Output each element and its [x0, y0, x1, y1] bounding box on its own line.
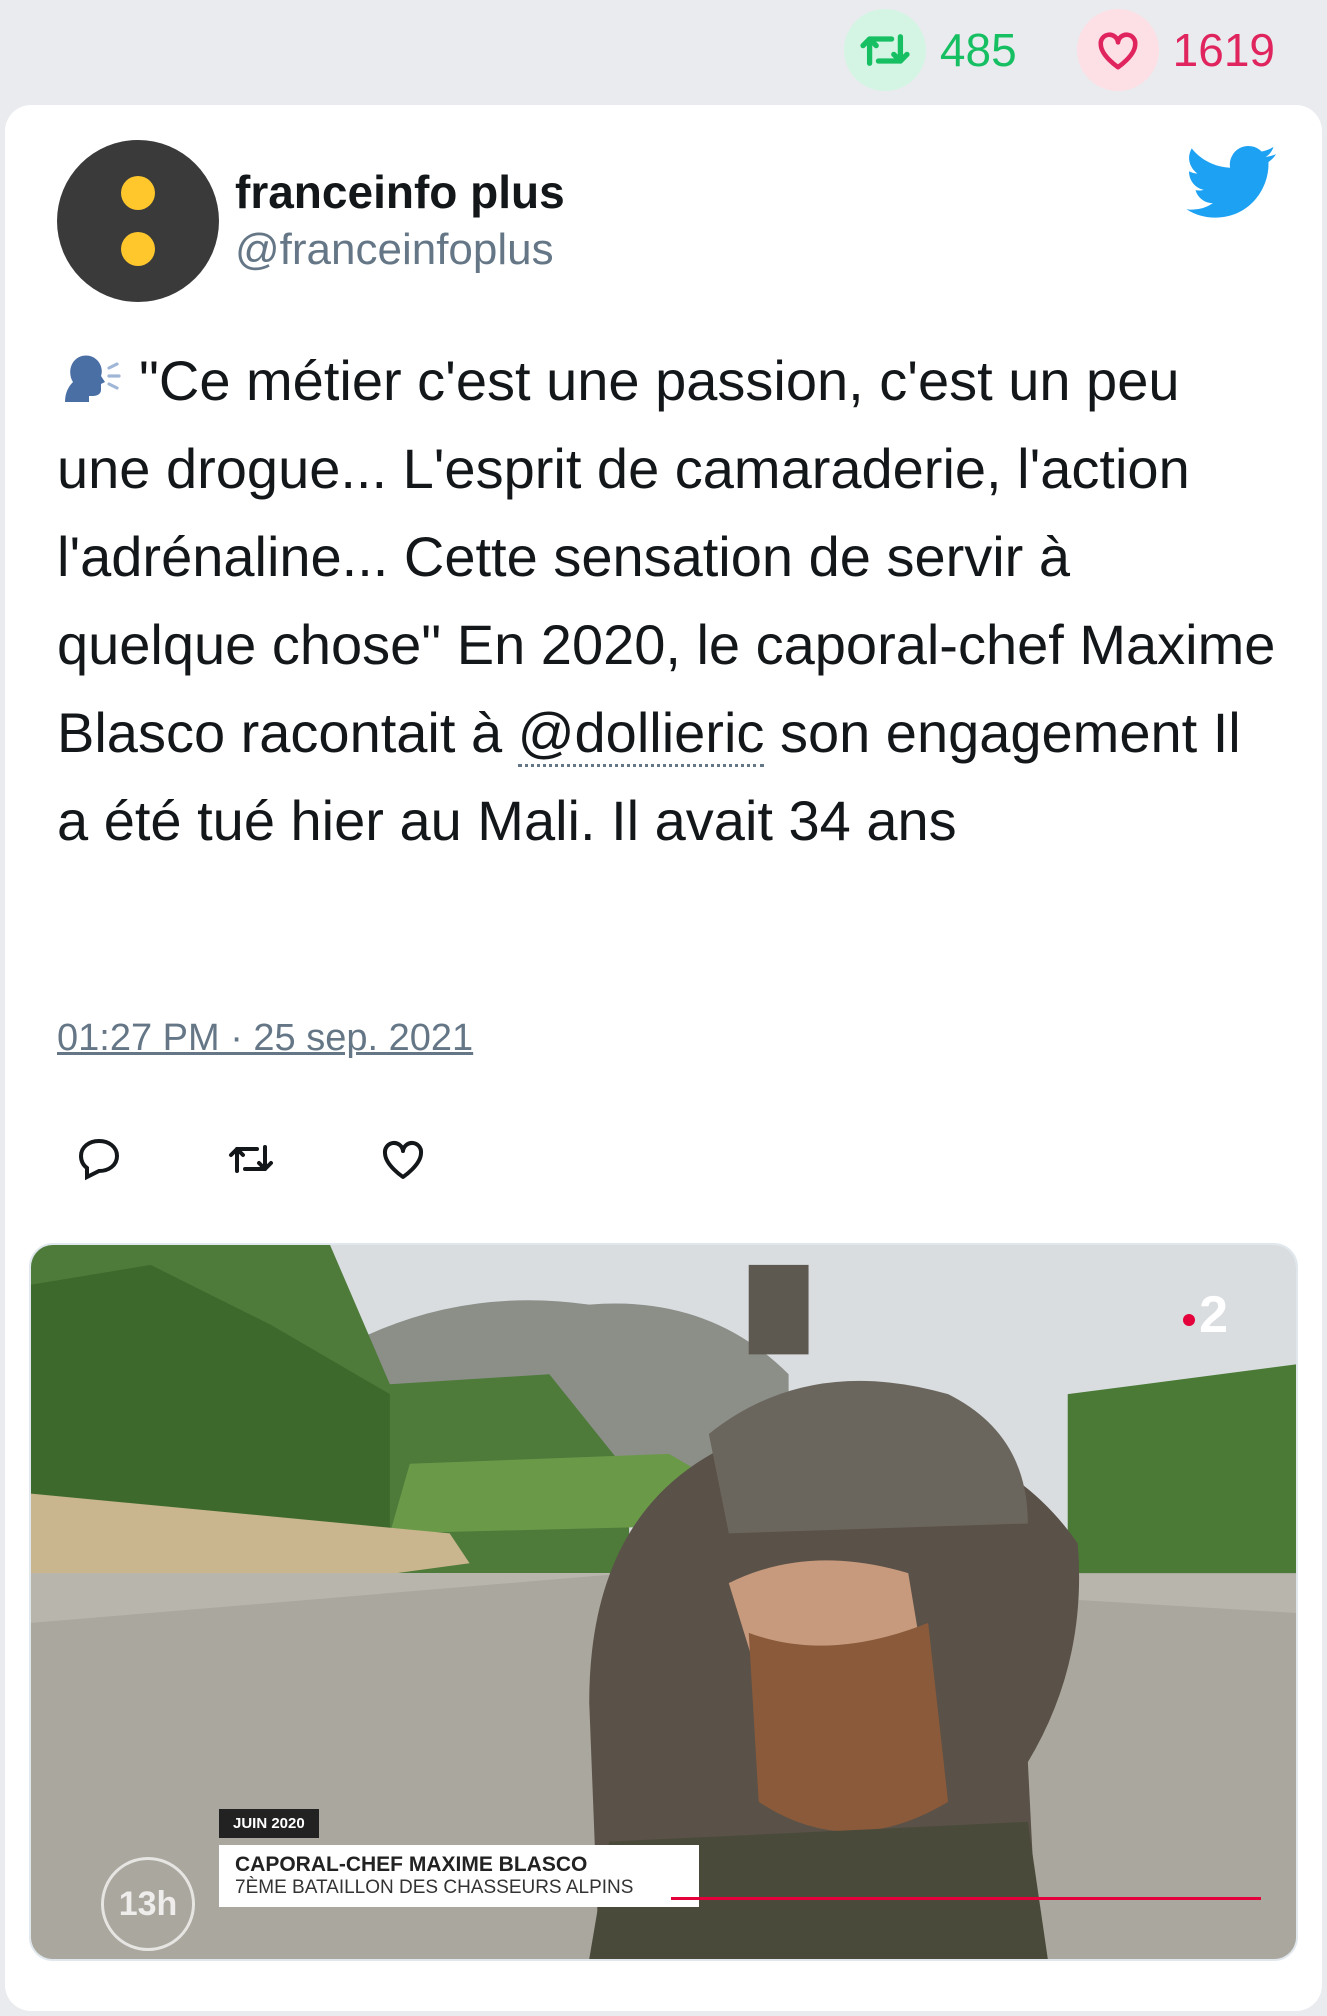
reply-icon[interactable]: [75, 1135, 123, 1183]
tweet-card: franceinfo plus @franceinfoplus "Ce méti…: [5, 105, 1322, 2011]
retweet-action-icon[interactable]: [227, 1135, 275, 1183]
date-tag: JUIN 2020: [219, 1809, 319, 1838]
lower-third-caption: CAPORAL-CHEF MAXIME BLASCO 7ÈME BATAILLO…: [219, 1845, 699, 1907]
lower-third-title: 7ÈME BATAILLON DES CHASSEURS ALPINS: [235, 1877, 634, 1898]
engagement-stats: 485 1619: [843, 0, 1327, 100]
retweet-stat[interactable]: 485: [843, 9, 1017, 91]
channel-logo: 2: [1183, 1285, 1228, 1345]
channel-logo-dot: [1183, 1314, 1196, 1326]
avatar[interactable]: [57, 140, 219, 302]
like-action-icon[interactable]: [379, 1135, 427, 1183]
retweet-icon[interactable]: [843, 9, 926, 91]
author-name[interactable]: franceinfo plus: [235, 165, 565, 219]
speaking-head-icon: [57, 345, 121, 403]
like-stat[interactable]: 1619: [1076, 9, 1275, 91]
lower-third-name: CAPORAL-CHEF MAXIME BLASCO: [235, 1853, 588, 1876]
mention-link[interactable]: @dollieric: [517, 701, 765, 767]
retweet-count: 485: [939, 24, 1017, 76]
show-logo: 13h: [101, 1857, 195, 1951]
channel-logo-text: 2: [1199, 1286, 1228, 1344]
tweet-actions: [75, 1135, 427, 1183]
author-handle[interactable]: @franceinfoplus: [235, 225, 554, 275]
avatar-dot: [121, 176, 155, 210]
tweet-media-image[interactable]: 2 JUIN 2020 CAPORAL-CHEF MAXIME BLASCO 7…: [29, 1243, 1298, 1961]
like-count: 1619: [1172, 24, 1275, 76]
tweet-timestamp[interactable]: 01:27 PM · 25 sep. 2021: [57, 1017, 473, 1060]
heart-icon[interactable]: [1076, 9, 1159, 91]
tweet-text: "Ce métier c'est une passion, c'est un p…: [57, 337, 1277, 865]
caption-red-line: [671, 1897, 1261, 1900]
avatar-dot: [121, 232, 155, 266]
twitter-bird-icon[interactable]: [1186, 145, 1278, 226]
